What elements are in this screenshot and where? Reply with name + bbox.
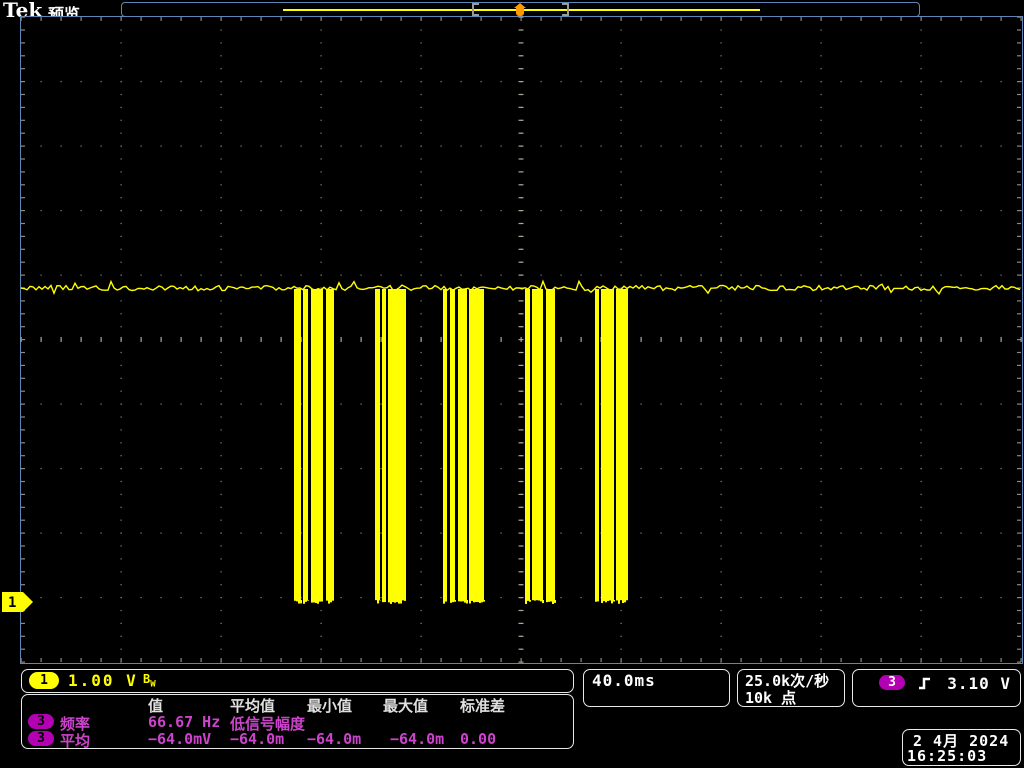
channel1-ground-marker [2,592,33,612]
svg-text:1: 1 [8,595,16,611]
oscilloscope-screen: Tek 预览 1 1 1.00 V BW 40.0ms 25.0k次/秒 10k… [0,0,1024,768]
waveform-canvas: 1 [0,0,1024,768]
